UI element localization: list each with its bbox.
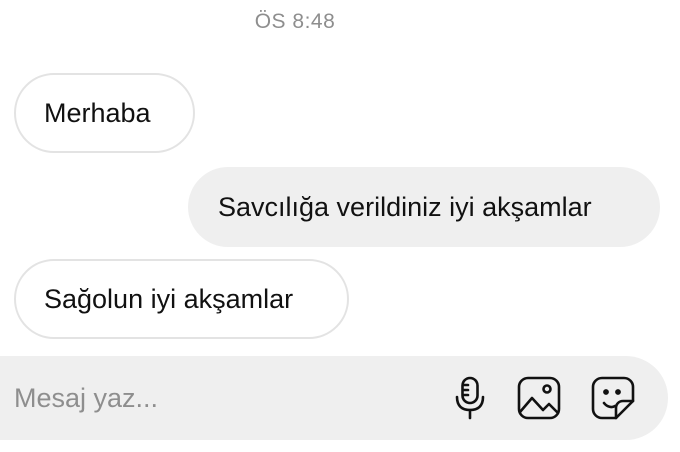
incoming-message-bubble[interactable]: Sağolun iyi akşamlar <box>14 259 349 339</box>
outgoing-message-bubble[interactable]: Savcılığa verildiniz iyi akşamlar <box>188 167 660 247</box>
message-composer: Mesaj yaz... <box>0 356 668 440</box>
sticker-icon[interactable] <box>590 375 636 421</box>
gallery-icon[interactable] <box>516 375 562 421</box>
message-input[interactable]: Mesaj yaz... <box>14 356 414 440</box>
incoming-message-bubble[interactable]: Merhaba <box>14 73 195 153</box>
message-timestamp: ÖS 8:48 <box>254 10 336 33</box>
microphone-icon[interactable] <box>447 375 493 421</box>
